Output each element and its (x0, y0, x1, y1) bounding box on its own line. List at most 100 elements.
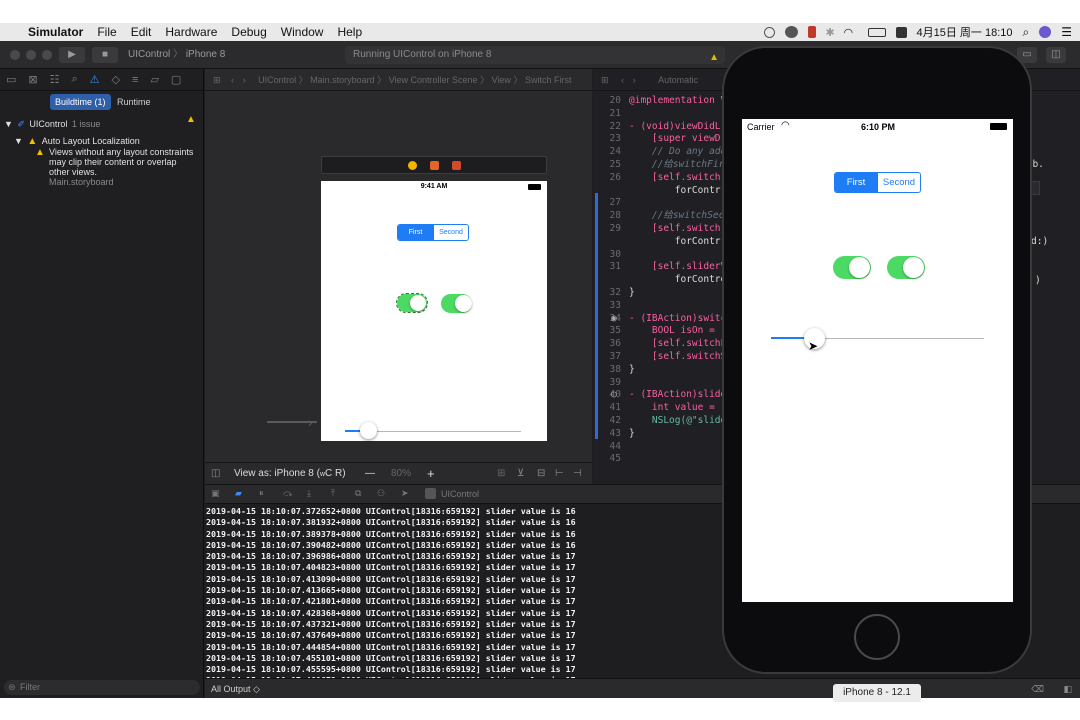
window-zoom-button[interactable] (42, 50, 52, 60)
location-icon[interactable]: ➤ (401, 488, 409, 499)
window-close-button[interactable] (10, 50, 20, 60)
back-icon[interactable]: ‹ (231, 75, 234, 85)
console-log: 2019-04-15 18:10:07.372652+0800 UIContro… (206, 506, 576, 687)
document-outline-icon[interactable]: ◫ (211, 463, 220, 485)
step-into-icon[interactable]: ⤓ (307, 488, 311, 499)
forward-icon[interactable]: › (633, 75, 636, 85)
back-icon[interactable]: ‹ (621, 75, 624, 85)
run-button[interactable]: ▶ (59, 47, 85, 63)
home-button[interactable] (854, 614, 900, 660)
stop-button[interactable]: ■ (92, 47, 118, 63)
menu-clock[interactable]: 4月15日 周一 18:10 (917, 24, 1013, 40)
app-status-icon[interactable] (807, 26, 816, 38)
connected-outlet-icon[interactable]: ◉ (611, 313, 617, 324)
issue-navigator-icon[interactable]: ⚠ (90, 73, 100, 86)
split-view-icon[interactable]: ◧ (1063, 679, 1072, 698)
breakpoints-toggle-icon[interactable]: ▰ (235, 488, 242, 499)
test-navigator-icon[interactable]: ◇ (112, 73, 120, 86)
window-minimize-button[interactable] (26, 50, 36, 60)
switch-first[interactable] (833, 256, 871, 279)
update-frames-icon[interactable]: ⊞ (497, 463, 505, 485)
step-over-icon[interactable]: ⤼ (283, 488, 293, 499)
tab-buildtime[interactable]: Buildtime (1) (50, 94, 111, 110)
embed-in-icon[interactable]: ⊻ (517, 463, 524, 485)
code-text: } (629, 427, 635, 439)
outlet-circle-icon[interactable]: ○ (611, 389, 617, 400)
add-constraints-icon[interactable]: ⊢ (555, 463, 564, 485)
align-icon[interactable]: ⊟ (537, 463, 545, 485)
output-selector[interactable]: All Output ◇ (211, 679, 260, 698)
related-items-icon[interactable]: ⊞ (213, 75, 221, 85)
disclosure-triangle-icon[interactable]: ▼ (4, 119, 13, 129)
view-as-label[interactable]: View as: iPhone 8 (wC R) (234, 463, 346, 486)
ib-scene-view[interactable]: 9:41 AM First Second (321, 181, 547, 441)
view-debugger-icon[interactable]: ⧉ (355, 488, 361, 499)
menu-app-simulator[interactable]: Simulator (28, 25, 83, 39)
record-icon[interactable] (763, 26, 775, 38)
view-controller-dock[interactable] (321, 156, 547, 174)
folder-icon[interactable]: ▭ (6, 73, 16, 86)
value-slider[interactable] (771, 328, 984, 349)
jump-item[interactable]: View (492, 75, 511, 85)
menu-hardware[interactable]: Hardware (165, 25, 217, 39)
simulator-screen[interactable]: Carrier ◠ 6:10 PM First Second ➤ (742, 119, 1013, 602)
wifi-icon[interactable]: ◠ (844, 26, 858, 39)
related-items-icon[interactable]: ⊞ (601, 75, 609, 85)
switch-second[interactable] (887, 256, 925, 279)
ib-slider-thumb[interactable] (360, 422, 377, 439)
wechat-icon[interactable] (784, 26, 798, 38)
zoom-out-button[interactable]: — (365, 463, 375, 485)
resolve-issues-icon[interactable]: ⊣ (573, 463, 582, 485)
report-navigator-icon[interactable]: ▢ (171, 73, 181, 86)
menu-file[interactable]: File (97, 25, 116, 39)
forward-icon[interactable]: › (243, 75, 246, 85)
scheme-selector[interactable]: UIControl 〉 iPhone 8 (128, 47, 225, 63)
bluetooth-icon[interactable]: ✱ (826, 26, 835, 39)
debug-navigator-icon[interactable]: ≡ (132, 74, 138, 86)
tab-runtime[interactable]: Runtime (117, 94, 151, 110)
notification-center-icon[interactable]: ☰ (1061, 25, 1072, 39)
jump-item[interactable]: UIControl (258, 75, 296, 85)
code-text: int value = ( (629, 402, 727, 414)
segment-second[interactable]: Second (877, 173, 920, 192)
ib-segment-second[interactable]: Second (432, 225, 468, 240)
menu-window[interactable]: Window (281, 25, 324, 39)
ib-switch-first[interactable] (396, 293, 428, 313)
breakpoint-navigator-icon[interactable]: ▱ (150, 73, 158, 86)
symbol-navigator-icon[interactable]: ☷ (50, 73, 60, 86)
battery-icon[interactable] (867, 27, 886, 37)
first-responder-icon[interactable] (430, 161, 439, 170)
find-navigator-icon[interactable]: ⌕ (72, 73, 78, 86)
view-controller-icon[interactable] (408, 161, 417, 170)
hide-debug-area-icon[interactable]: ▣ (211, 488, 220, 499)
debug-target-name[interactable]: UIControl (441, 489, 479, 499)
menu-help[interactable]: Help (337, 25, 362, 39)
exit-icon[interactable] (452, 161, 461, 170)
segment-first[interactable]: First (835, 173, 877, 192)
jump-item[interactable]: Main.storyboard (310, 75, 375, 85)
siri-icon[interactable] (1039, 26, 1052, 38)
zoom-in-button[interactable]: + (427, 463, 435, 485)
trash-icon[interactable]: ⌫ (1031, 679, 1044, 698)
interface-builder-canvas[interactable]: ⊞ ‹ › UIControl 〉 Main.storyboard 〉 View… (205, 69, 592, 462)
jump-item[interactable]: View Controller Scene (389, 75, 478, 85)
ib-segmented-control[interactable]: First Second (397, 224, 469, 241)
ib-segment-first[interactable]: First (398, 225, 433, 240)
disclosure-triangle-icon[interactable]: ▼ (14, 136, 23, 146)
input-method-icon[interactable] (895, 26, 907, 38)
jump-automatic[interactable]: Automatic (658, 75, 698, 85)
menu-edit[interactable]: Edit (131, 25, 152, 39)
step-out-icon[interactable]: ⤒ (331, 488, 335, 499)
navigator-filter-field[interactable]: ⊜ Filter (4, 680, 200, 695)
spotlight-icon[interactable]: ⌕ (1023, 25, 1030, 40)
pause-icon[interactable]: ⏸ (259, 488, 264, 499)
jump-item[interactable]: Switch First (525, 75, 572, 85)
warning-icon[interactable]: ▲ (709, 49, 719, 67)
ib-switch-second[interactable] (441, 294, 472, 313)
inspector-toggle-icon[interactable]: ◫ (1046, 47, 1066, 63)
issue-project-row[interactable]: ▼ ✐ UIControl 1 issue (4, 114, 100, 132)
memory-graph-icon[interactable]: ⚇ (377, 488, 385, 499)
menu-debug[interactable]: Debug (231, 25, 266, 39)
source-control-icon[interactable]: ⊠ (28, 73, 37, 86)
segmented-control[interactable]: First Second (834, 172, 921, 193)
